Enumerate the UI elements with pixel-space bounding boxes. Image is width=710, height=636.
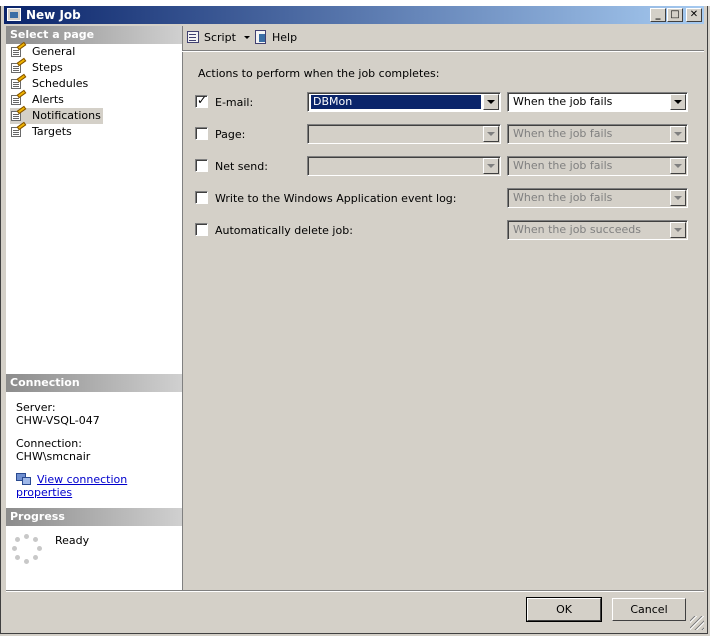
page-condition-value: When the job fails: [513, 127, 613, 140]
email-condition-select[interactable]: When the job fails: [507, 92, 688, 112]
ok-button[interactable]: OK: [526, 597, 602, 622]
sidebar-item-label: Schedules: [32, 77, 89, 90]
delete-job-condition-select[interactable]: When the job succeeds: [507, 220, 688, 240]
sidebar: Select a page General Steps Schedules Al…: [6, 26, 183, 590]
sidebar-item-label: Targets: [32, 125, 72, 138]
page-label: Page:: [215, 128, 246, 141]
page-icon: [10, 41, 27, 57]
chevron-down-icon[interactable]: [670, 94, 686, 110]
chevron-down-icon[interactable]: [670, 126, 686, 142]
sidebar-item-general[interactable]: General: [10, 41, 77, 60]
sidebar-item-label: General: [32, 45, 76, 58]
delete-job-label: Automatically delete job:: [215, 224, 353, 237]
actions-heading: Actions to perform when the job complete…: [198, 67, 440, 80]
email-label: E-mail:: [215, 96, 254, 109]
net-send-checkbox[interactable]: [195, 159, 208, 172]
net-send-label: Net send:: [215, 160, 268, 173]
toolbar: Script Help: [182, 26, 704, 50]
connection-label: Connection:: [16, 437, 82, 450]
help-icon: [254, 30, 268, 44]
script-button[interactable]: Script: [186, 30, 251, 46]
page-icon: [10, 121, 27, 137]
toolbar-divider: [182, 50, 704, 52]
chevron-down-icon[interactable]: [670, 222, 686, 238]
sidebar-item-steps[interactable]: Steps: [10, 57, 65, 76]
event-log-checkbox[interactable]: [195, 191, 208, 204]
chevron-down-icon[interactable]: [244, 36, 251, 39]
progress-status: Ready: [55, 534, 90, 547]
footer-divider: [6, 590, 704, 592]
chevron-down-icon[interactable]: [670, 158, 686, 174]
sidebar-item-label: Alerts: [32, 93, 64, 106]
chevron-down-icon[interactable]: [670, 190, 686, 206]
email-condition-value: When the job fails: [513, 95, 613, 108]
connection-header: Connection: [6, 374, 182, 392]
connection-properties-icon: [16, 472, 32, 485]
server-label: Server:: [16, 401, 56, 414]
close-button[interactable]: ✕: [686, 8, 702, 22]
delete-job-condition-value: When the job succeeds: [513, 223, 641, 236]
page-icon: [10, 57, 27, 73]
maximize-button[interactable]: □: [667, 8, 683, 22]
email-checkbox[interactable]: ✓: [195, 93, 208, 108]
chevron-down-icon[interactable]: [483, 94, 499, 110]
cancel-button[interactable]: Cancel: [612, 598, 686, 621]
delete-job-checkbox[interactable]: [195, 223, 208, 236]
view-connection-properties[interactable]: View connection properties: [16, 472, 182, 499]
window-app-icon: [7, 8, 21, 21]
progress-spinner-icon: [12, 534, 42, 564]
net-send-condition-value: When the job fails: [513, 159, 613, 172]
sidebar-item-label: Steps: [32, 61, 63, 74]
server-value: CHW-VSQL-047: [16, 414, 100, 427]
title-bar[interactable]: New Job _ □ ✕: [4, 6, 704, 24]
page-condition-select[interactable]: When the job fails: [507, 124, 688, 144]
page-icon: [10, 73, 27, 89]
script-label: Script: [204, 31, 236, 44]
connection-value: CHW\smcnair: [16, 450, 91, 463]
help-label: Help: [272, 31, 298, 44]
resize-grip-icon[interactable]: [690, 616, 704, 630]
select-page-header: Select a page: [6, 26, 182, 44]
chevron-down-icon[interactable]: [483, 126, 499, 142]
sidebar-item-targets[interactable]: Targets: [10, 121, 74, 140]
event-log-condition-select[interactable]: When the job fails: [507, 188, 688, 208]
page-icon: [10, 105, 27, 121]
sidebar-item-label: Notifications: [32, 109, 101, 122]
chevron-down-icon[interactable]: [483, 158, 499, 174]
net-send-operator-select[interactable]: [307, 156, 501, 176]
script-icon: [186, 30, 200, 44]
minimize-button[interactable]: _: [650, 8, 666, 22]
page-checkbox[interactable]: [195, 127, 208, 140]
window-title: New Job: [26, 8, 81, 22]
email-operator-value: DBMon: [311, 95, 481, 109]
view-connection-properties-link[interactable]: View connection properties: [16, 473, 127, 499]
sidebar-item-alerts[interactable]: Alerts: [10, 89, 66, 108]
event-log-label: Write to the Windows Application event l…: [215, 192, 457, 205]
checkmark-icon: ✓: [197, 93, 208, 107]
page-operator-value: [311, 127, 315, 141]
page-icon: [10, 89, 27, 105]
event-log-condition-value: When the job fails: [513, 191, 613, 204]
email-operator-select[interactable]: DBMon: [307, 92, 501, 112]
progress-header: Progress: [6, 508, 182, 526]
page-operator-select[interactable]: [307, 124, 501, 144]
net-send-condition-select[interactable]: When the job fails: [507, 156, 688, 176]
help-button[interactable]: Help: [254, 30, 297, 46]
net-send-operator-value: [311, 159, 315, 173]
